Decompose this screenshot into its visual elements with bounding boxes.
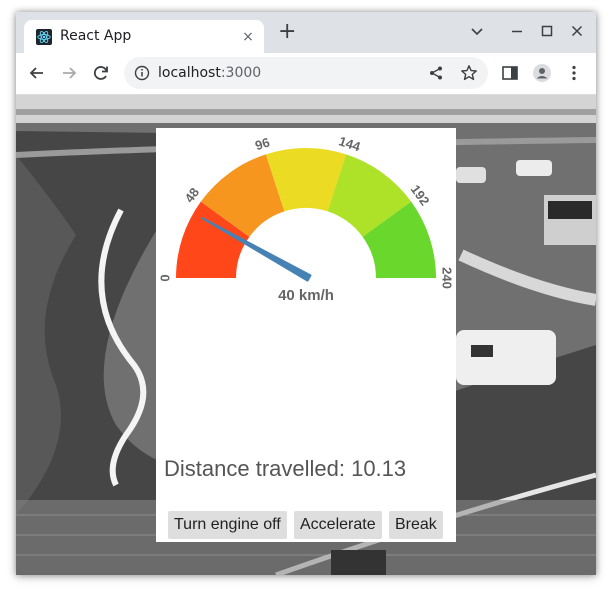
current-speed-label: 40 km/h [278,287,334,304]
url-port: :3000 [220,65,262,81]
minimize-icon[interactable] [508,22,526,40]
site-info-icon[interactable] [134,65,150,81]
browser-toolbar: localhost:3000 [16,53,596,95]
share-icon[interactable] [428,65,444,81]
gauge-tick-label: 144 [337,133,363,154]
url-host: localhost [158,65,221,81]
gauge-tick-label: 48 [182,185,203,206]
gauge-tick-label: 0 [157,274,172,281]
url-text: localhost:3000 [158,65,261,81]
profile-avatar-icon[interactable] [532,63,552,83]
react-logo-icon [36,29,52,45]
speedometer-panel: 0 48 96 144 192 240 40 km/h Distance travelled… [156,128,456,542]
reload-icon[interactable] [91,63,111,83]
maximize-icon[interactable] [538,22,556,40]
browser-window: React App × + localhost:3000 0 48 96 144… [16,12,596,575]
distance-travelled-text: Distance travelled: 10.13 [164,456,407,481]
tab-title: React App [60,28,132,44]
gauge-tick-label: 240 [440,267,455,289]
forward-arrow-icon[interactable] [59,63,79,83]
back-arrow-icon[interactable] [27,63,47,83]
address-bar[interactable]: localhost:3000 [124,57,488,89]
page-content: 0 48 96 144 192 240 40 km/h Distance travelled… [16,95,596,575]
new-tab-button[interactable]: + [278,21,296,43]
break-button[interactable]: Break [389,511,443,539]
tab-close-icon[interactable]: × [240,29,256,45]
gauge-tick-label: 96 [253,134,271,153]
tab-strip: React App × + [16,12,596,53]
tab-react-app[interactable]: React App × [24,20,264,53]
bookmark-star-icon[interactable] [460,64,478,82]
accelerate-button[interactable]: Accelerate [294,511,382,539]
menu-kebab-icon[interactable] [564,63,584,83]
speedometer-gauge: 04896 14419224040 km/h [157,133,455,304]
side-panel-icon[interactable] [500,63,520,83]
turn-engine-off-button[interactable]: Turn engine off [168,511,287,539]
tab-search-chevron-icon[interactable] [468,22,486,40]
close-window-icon[interactable] [568,22,586,40]
